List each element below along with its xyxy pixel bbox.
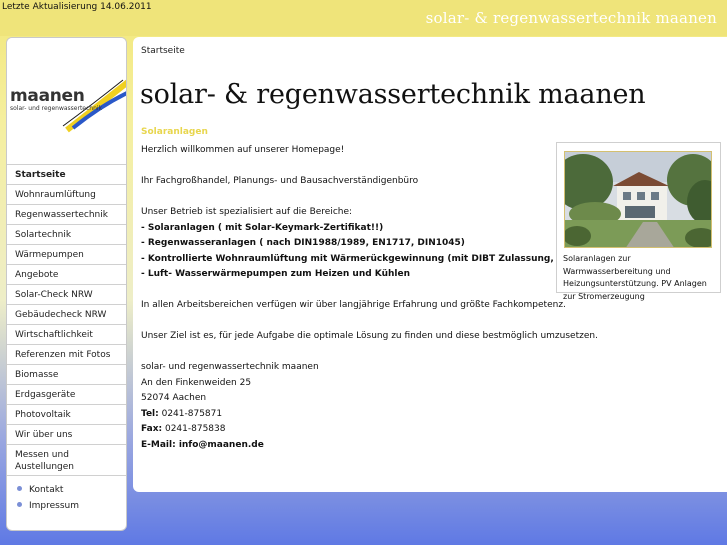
sidebar: maanen solar- und regenwassertechnik Sta… [6, 37, 127, 531]
nav-item-waermepumpen[interactable]: Wärmepumpen [7, 244, 126, 264]
service-item: - Solaranlagen ( mit Solar-Keymark-Zerti… [141, 222, 384, 233]
main-content: Startseite solar- & regenwassertechnik m… [133, 37, 727, 492]
nav-item-erdgasgeraete[interactable]: Erdgasgeräte [7, 384, 126, 404]
nav-item-photovoltaik[interactable]: Photovoltaik [7, 404, 126, 424]
services-intro: Unser Betrieb ist spezialisiert auf die … [141, 207, 353, 217]
nav-item-impressum[interactable]: Impressum [7, 500, 126, 516]
nav-item-solartechnik[interactable]: Solartechnik [7, 224, 126, 244]
nav-item-wohnraumlueftung[interactable]: Wohnraumlüftung [7, 184, 126, 204]
nav-item-angebote[interactable]: Angebote [7, 264, 126, 284]
house-photo-image [565, 152, 711, 247]
tel-value: 0241-875871 [158, 408, 223, 419]
address-city: 52074 Aachen [141, 393, 207, 403]
goal-text: Unser Ziel ist es, für jede Aufgabe die … [141, 331, 598, 341]
section-title: Solaranlagen [141, 127, 208, 137]
nav-item-biomasse[interactable]: Biomasse [7, 364, 126, 384]
page-title: solar- & regenwassertechnik maanen [140, 79, 646, 110]
experience-text: In allen Arbeitsbereichen verfügen wir ü… [141, 300, 566, 310]
update-note: Letzte Aktualisierung 14.06.2011 [2, 2, 152, 12]
header-site-title: solar- & regenwassertechnik maanen [425, 9, 717, 27]
tel-label: Tel: [141, 408, 159, 419]
header-bar: Letzte Aktualisierung 14.06.2011 solar- … [0, 0, 727, 36]
email-link[interactable]: E-Mail: info@maanen.de [141, 438, 556, 454]
address-fax: Fax: 0241-875838 [141, 422, 556, 438]
nav-item-messen[interactable]: Messen und Austellungen [7, 444, 126, 475]
bullet-icon [17, 486, 22, 491]
nav-item-kontakt-label: Kontakt [29, 485, 64, 495]
service-item: - Luft- Wasserwärmepumpen zum Heizen und… [141, 269, 411, 279]
fax-label: Fax: [141, 424, 163, 434]
sidebar-nav: Startseite Wohnraumlüftung Regenwasserte… [7, 164, 126, 516]
nav-item-solar-check[interactable]: Solar-Check NRW [7, 284, 126, 304]
image-box: Solaranlagen zur Warmwasserbereitung und… [556, 142, 721, 301]
logo[interactable]: maanen solar- und regenwassertechnik [7, 38, 126, 164]
breadcrumb[interactable]: Startseite [141, 46, 185, 56]
bullet-icon [17, 502, 22, 507]
nav-item-regenwassertechnik[interactable]: Regenwassertechnik [7, 204, 126, 224]
nav-item-startseite[interactable]: Startseite [7, 164, 126, 184]
image-caption: Solaranlagen zur Warmwasserbereitung und… [563, 254, 707, 301]
nav-bullet-list: Kontakt Impressum [7, 475, 126, 516]
nav-item-referenzen[interactable]: Referenzen mit Fotos [7, 344, 126, 364]
intro-text: Herzlich willkommen auf unserer Homepage… [141, 145, 345, 155]
logo-word: maanen [10, 86, 85, 106]
address-company: solar- und regenwassertechnik maanen [141, 362, 319, 372]
address-street: An den Finkenweiden 25 [141, 377, 252, 388]
nav-item-wir-ueber-uns[interactable]: Wir über uns [7, 424, 126, 444]
address-tel: Tel: 0241-875871 [141, 407, 556, 423]
nav-item-wirtschaftlichkeit[interactable]: Wirtschaftlichkeit [7, 324, 126, 344]
fax-value: 0241-875838 [162, 424, 226, 434]
nav-item-impressum-label: Impressum [29, 501, 80, 511]
service-item: - Kontrollierte Wohnraumlüftung mit Wärm… [141, 253, 623, 264]
tagline-text: Ihr Fachgroßhandel, Planungs- und Bausac… [141, 176, 419, 186]
logo-subtitle: solar- und regenwassertechnik [10, 105, 103, 112]
service-item: - Regenwasseranlagen ( nach DIN1988/1989… [141, 238, 465, 248]
content-text: Herzlich willkommen auf unserer Homepage… [141, 143, 623, 454]
nav-item-gebaeudecheck[interactable]: Gebäudecheck NRW [7, 304, 126, 324]
house-photo[interactable] [564, 151, 712, 248]
nav-item-kontakt[interactable]: Kontakt [7, 484, 126, 500]
